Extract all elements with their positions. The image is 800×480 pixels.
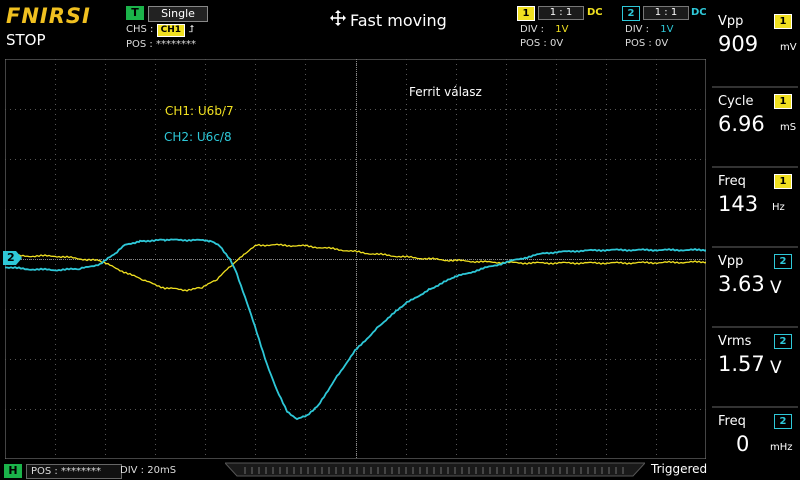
measurement-name: Vrms	[718, 334, 752, 349]
ch1-div[interactable]: DIV : 1V	[520, 24, 568, 35]
measurement-unit: mHz	[770, 442, 793, 453]
ch2-pos-value: 0V	[654, 38, 669, 49]
measurement-name: Cycle	[718, 94, 754, 109]
trigger-source[interactable]: CHS : CH1 ⮥	[126, 24, 194, 37]
horizontal-pos-label: POS :	[31, 466, 58, 477]
measurement-freq-ch1[interactable]: Freq 1 143 Hz	[712, 170, 798, 248]
run-state[interactable]: STOP	[6, 31, 46, 49]
measurement-vpp-ch2[interactable]: Vpp 2 3.63 V	[712, 250, 798, 328]
measurement-name: Freq	[718, 174, 746, 189]
measurement-channel: 1	[774, 174, 792, 189]
memory-scrollbar[interactable]	[225, 461, 645, 477]
annotation-ch2: CH2: U6c/8	[164, 130, 232, 144]
measurement-unit: V	[770, 358, 782, 378]
ch2-badge[interactable]: 2	[622, 6, 640, 21]
measurement-channel: 2	[774, 254, 792, 269]
measurement-channel: 2	[774, 414, 792, 429]
measurement-vpp-ch1[interactable]: Vpp 1 909 mV	[712, 10, 798, 88]
timebase-value: 20mS	[147, 465, 177, 476]
ch1-coupling[interactable]: DC	[587, 7, 603, 18]
trigger-pos-value: ********	[155, 39, 196, 50]
ch2-probe-ratio[interactable]: 1 : 1	[643, 6, 689, 20]
measurement-value: 143	[718, 192, 759, 216]
ch2-marker-label: 2	[7, 251, 15, 264]
horizontal-badge[interactable]: H	[4, 464, 22, 478]
waveform-display[interactable]	[5, 59, 706, 459]
measurement-channel: 2	[774, 334, 792, 349]
annotation-ch1: CH1: U6b/7	[165, 104, 234, 118]
ch1-badge[interactable]: 1	[517, 6, 535, 21]
measurement-channel: 1	[774, 94, 792, 109]
measurement-value: 0	[736, 432, 750, 456]
ch1-pos-value: 0V	[549, 38, 564, 49]
horizontal-pos-value: ********	[60, 466, 101, 477]
ch2-div[interactable]: DIV : 1V	[625, 24, 673, 35]
timebase-label: DIV :	[120, 465, 145, 476]
timebase[interactable]: DIV : 20mS	[120, 464, 210, 477]
ch2-coupling[interactable]: DC	[691, 7, 707, 18]
ch1-pos[interactable]: POS : 0V	[520, 38, 563, 49]
brand-logo: FNIRSI	[6, 4, 91, 28]
ch1-probe-ratio[interactable]: 1 : 1	[538, 6, 584, 20]
mode-title: Fast moving	[350, 11, 447, 30]
measurement-value: 3.63	[718, 272, 765, 296]
trigger-edge-icon: ⮥	[188, 24, 195, 35]
ch2-pos-label: POS :	[625, 38, 652, 49]
annotation-main: Ferrit válasz	[409, 85, 482, 99]
trigger-status: Triggered	[651, 462, 708, 476]
move-icon	[330, 10, 346, 26]
ch2-pos[interactable]: POS : 0V	[625, 38, 668, 49]
trigger-position[interactable]: POS : ********	[126, 39, 196, 50]
measurement-name: Vpp	[718, 14, 744, 29]
trigger-badge[interactable]: T	[126, 6, 144, 20]
measurement-vrms-ch2[interactable]: Vrms 2 1.57 V	[712, 330, 798, 408]
measurement-cycle-ch1[interactable]: Cycle 1 6.96 mS	[712, 90, 798, 168]
ch2-div-label: DIV :	[625, 24, 650, 35]
horizontal-position[interactable]: POS : ********	[26, 464, 122, 479]
measurement-unit: Hz	[772, 202, 785, 213]
measurement-name: Freq	[718, 414, 746, 429]
trigger-source-channel: CH1	[156, 24, 185, 37]
measurement-value: 909	[718, 32, 759, 56]
measurement-unit: mV	[780, 42, 797, 53]
trigger-source-label: CHS :	[126, 24, 154, 35]
measurement-name: Vpp	[718, 254, 744, 269]
ch2-div-value: 1V	[660, 24, 674, 35]
trigger-pos-label: POS :	[126, 39, 153, 50]
measurement-unit: V	[770, 278, 782, 298]
ch1-div-value: 1V	[555, 24, 569, 35]
measurement-channel: 1	[774, 14, 792, 29]
ch1-pos-label: POS :	[520, 38, 547, 49]
ch1-div-label: DIV :	[520, 24, 545, 35]
trigger-mode[interactable]: Single	[148, 6, 208, 22]
measurement-value: 1.57	[718, 352, 765, 376]
measurement-unit: mS	[780, 122, 797, 133]
measurement-value: 6.96	[718, 112, 765, 136]
